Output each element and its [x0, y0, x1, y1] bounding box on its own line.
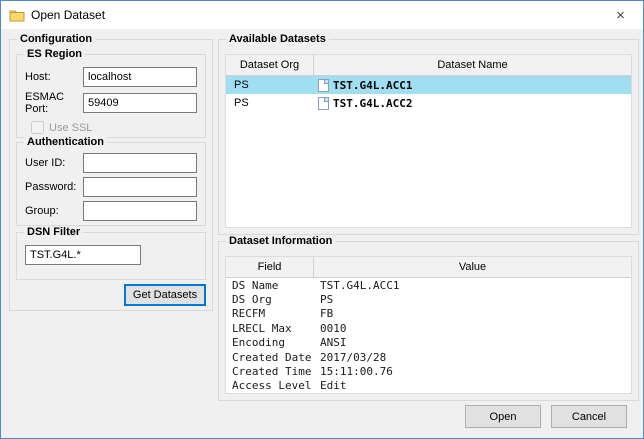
info-value-cell: 15:11:00.76	[314, 365, 631, 378]
dataset-name-cell: TST.G4L.ACC1	[314, 79, 631, 92]
info-field-cell: Encoding	[226, 336, 314, 349]
info-row: DS OrgPS	[226, 292, 631, 306]
info-field-cell: Access Level	[226, 379, 314, 392]
dataset-org-cell: PS	[226, 79, 314, 91]
available-datasets-body: PS TST.G4L.ACC1 PS TST.G4L.ACC2	[226, 76, 631, 227]
info-field-cell: DS Org	[226, 293, 314, 306]
info-value-cell: PS	[314, 293, 631, 306]
group-input[interactable]	[83, 201, 197, 221]
dsn-filter-title: DSN Filter	[24, 226, 83, 239]
esmac-port-row: ESMAC Port:	[25, 93, 197, 113]
host-label: Host:	[25, 71, 83, 83]
document-icon	[318, 79, 329, 92]
configuration-group: Configuration ES Region Host: ESMAC Port…	[9, 39, 213, 311]
cancel-button[interactable]: Cancel	[551, 405, 627, 428]
info-row: LRECL Max0010	[226, 321, 631, 335]
column-header-field: Field	[226, 257, 314, 277]
use-ssl-row: Use SSL	[31, 121, 205, 134]
info-field-cell: Created Time	[226, 365, 314, 378]
column-header-dataset-org[interactable]: Dataset Org	[226, 55, 314, 75]
info-row: Created Date2017/03/28	[226, 350, 631, 364]
info-row: RECFMFB	[226, 307, 631, 321]
open-button[interactable]: Open	[465, 405, 541, 428]
available-datasets-table: Dataset Org Dataset Name PSTST.G4L.ACC1P…	[225, 54, 632, 228]
info-row: Created Time15:11:00.76	[226, 364, 631, 378]
open-dataset-window: Open Dataset × Configuration ES Region H…	[0, 0, 644, 439]
info-field-cell: Created Date	[226, 351, 314, 364]
configuration-title: Configuration	[17, 33, 95, 46]
dataset-information-title: Dataset Information	[226, 235, 335, 248]
es-region-title: ES Region	[24, 48, 85, 61]
esmac-port-label: ESMAC Port:	[25, 91, 83, 115]
info-value-cell: FB	[314, 307, 631, 320]
dataset-name-text: TST.G4L.ACC1	[333, 79, 412, 92]
info-value-cell: Edit	[314, 379, 631, 392]
password-input[interactable]	[83, 177, 197, 197]
es-region-group: ES Region Host: ESMAC Port: Use SSL	[16, 54, 206, 138]
use-ssl-checkbox[interactable]	[31, 121, 44, 134]
dataset-name-text: TST.G4L.ACC2	[333, 97, 412, 110]
info-row: DS NameTST.G4L.ACC1	[226, 278, 631, 292]
column-header-value: Value	[314, 257, 631, 277]
dataset-information-group: Dataset Information Field Value DS NameT…	[218, 241, 639, 401]
info-value-cell: 2017/03/28	[314, 351, 631, 364]
user-id-row: User ID:	[25, 153, 197, 173]
esmac-port-input[interactable]	[83, 93, 197, 113]
user-id-label: User ID:	[25, 157, 83, 169]
dataset-row[interactable]: PS TST.G4L.ACC2	[226, 94, 631, 112]
dataset-info-body: DS NameTST.G4L.ACC1DS OrgPSRECFMFBLRECL …	[226, 278, 631, 393]
dataset-org-cell: PS	[226, 97, 314, 109]
dsn-filter-input[interactable]	[25, 245, 141, 265]
dataset-information-table: Field Value DS NameTST.G4L.ACC1DS OrgPSR…	[225, 256, 632, 394]
authentication-title: Authentication	[24, 136, 107, 149]
info-row: Access LevelEdit	[226, 379, 631, 393]
password-label: Password:	[25, 181, 83, 193]
dataset-information-header: Field Value	[226, 257, 631, 278]
titlebar: Open Dataset ×	[1, 1, 643, 29]
close-icon: ×	[616, 7, 625, 24]
available-datasets-header: Dataset Org Dataset Name	[226, 55, 631, 76]
info-value-cell: TST.G4L.ACC1	[314, 279, 631, 292]
document-icon	[318, 97, 329, 110]
info-value-cell: 0010	[314, 322, 631, 335]
close-button[interactable]: ×	[598, 1, 643, 29]
folder-icon	[9, 8, 25, 22]
info-field-cell: DS Name	[226, 279, 314, 292]
info-field-cell: RECFM	[226, 307, 314, 320]
group-row: Group:	[25, 201, 197, 221]
password-row: Password:	[25, 177, 197, 197]
host-row: Host:	[25, 67, 197, 87]
available-datasets-title: Available Datasets	[226, 33, 329, 46]
authentication-group: Authentication User ID: Password: Group:	[16, 142, 206, 226]
dataset-name-cell: TST.G4L.ACC2	[314, 97, 631, 110]
info-row: EncodingANSI	[226, 336, 631, 350]
column-header-dataset-name[interactable]: Dataset Name	[314, 55, 631, 75]
info-value-cell: ANSI	[314, 336, 631, 349]
dsn-filter-group: DSN Filter	[16, 232, 206, 280]
get-datasets-button[interactable]: Get Datasets	[124, 284, 206, 306]
group-label: Group:	[25, 205, 83, 217]
dataset-row[interactable]: PS TST.G4L.ACC1	[226, 76, 631, 94]
host-input[interactable]	[83, 67, 197, 87]
info-field-cell: LRECL Max	[226, 322, 314, 335]
use-ssl-label: Use SSL	[49, 122, 92, 134]
available-datasets-group: Available Datasets Dataset Org Dataset N…	[218, 39, 639, 235]
window-title: Open Dataset	[31, 8, 105, 22]
user-id-input[interactable]	[83, 153, 197, 173]
